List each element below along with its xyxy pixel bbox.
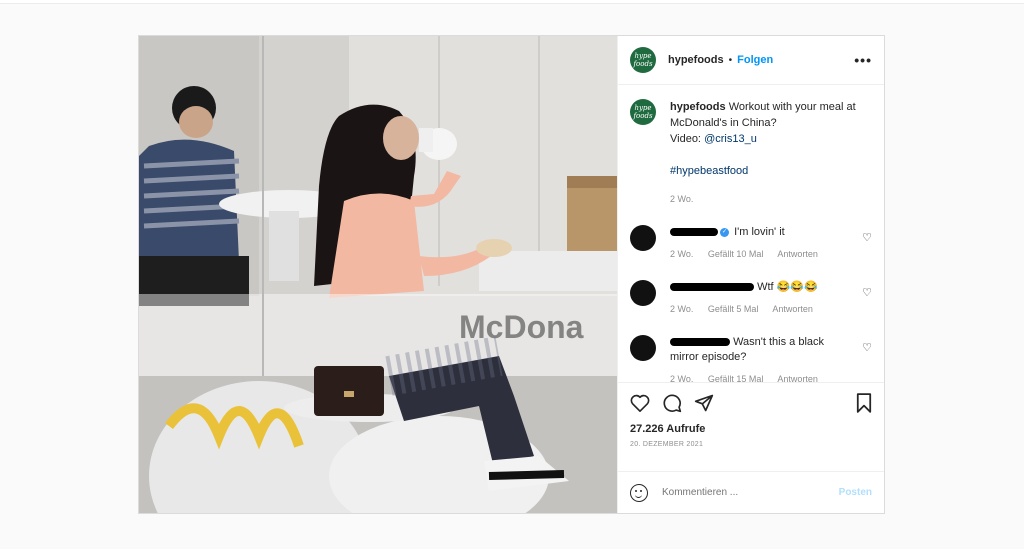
caption-username[interactable]: hypefoods: [670, 101, 726, 113]
comment-reply-button[interactable]: Antworten: [777, 249, 818, 259]
post-actions: [618, 383, 884, 423]
follow-button[interactable]: Folgen: [737, 54, 773, 66]
comment-meta: 2 Wo. Gefällt 10 Mal Antworten: [670, 247, 850, 262]
redacted-username: [670, 228, 718, 237]
comments-feed[interactable]: hype foods hypefoods Workout with your m…: [618, 85, 884, 383]
comment-likes[interactable]: Gefällt 5 Mal: [708, 304, 759, 314]
comment-time[interactable]: 2 Wo.: [670, 249, 693, 259]
comment-item: ✓ I'm lovin' it 2 Wo. Gefällt 10 Mal Ant…: [630, 225, 872, 262]
caption-time[interactable]: 2 Wo.: [670, 191, 860, 207]
comment-item: Wasn't this a black mirror episode? 2 Wo…: [630, 335, 872, 382]
comment-meta: 2 Wo. Gefällt 15 Mal Antworten: [670, 372, 850, 382]
comment-body: Wasn't this a black mirror episode? 2 Wo…: [670, 335, 850, 382]
post-video[interactable]: McDona: [139, 36, 617, 513]
post-sidebar: hype foods hypefoods • Folgen ••• hype f…: [617, 36, 884, 513]
more-icon[interactable]: •••: [854, 52, 872, 68]
comment-body: ✓ I'm lovin' it 2 Wo. Gefällt 10 Mal Ant…: [670, 225, 850, 262]
bookmark-icon[interactable]: [856, 393, 872, 413]
caption-avatar[interactable]: hype foods: [630, 99, 656, 125]
comment-reply-button[interactable]: Antworten: [772, 304, 813, 314]
post-date[interactable]: 20. DEZEMBER 2021: [618, 435, 884, 448]
heart-icon[interactable]: [630, 394, 650, 412]
header-separator: •: [728, 54, 733, 66]
comment-time[interactable]: 2 Wo.: [670, 374, 693, 382]
view-count[interactable]: 27.226 Aufrufe: [618, 423, 884, 435]
comment-likes[interactable]: Gefällt 15 Mal: [708, 374, 764, 382]
account-avatar[interactable]: hype foods: [630, 47, 656, 73]
comment-text: I'm lovin' it: [734, 226, 785, 238]
comment-like-heart-icon[interactable]: ♡: [862, 286, 872, 299]
caption-hashtag[interactable]: #hypebeastfood: [670, 165, 748, 177]
share-icon[interactable]: [694, 393, 714, 413]
comment-like-heart-icon[interactable]: ♡: [862, 341, 872, 354]
browser-top-bar: [0, 0, 1024, 4]
post-comment-button[interactable]: Posten: [839, 487, 872, 498]
post-header: hype foods hypefoods • Folgen •••: [618, 36, 884, 85]
comment-input[interactable]: [662, 487, 832, 498]
caption-video-label: Video:: [670, 133, 701, 145]
comment-likes[interactable]: Gefällt 10 Mal: [708, 249, 764, 259]
comment-like-heart-icon[interactable]: ♡: [862, 231, 872, 244]
redacted-username: [670, 338, 730, 347]
account-username[interactable]: hypefoods: [668, 54, 724, 66]
comment-avatar[interactable]: [630, 280, 656, 306]
caption-video-handle[interactable]: @cris13_u: [704, 133, 757, 145]
comment-avatar[interactable]: [630, 335, 656, 361]
caption: hype foods hypefoods Workout with your m…: [630, 99, 872, 207]
comment-time[interactable]: 2 Wo.: [670, 304, 693, 314]
instagram-post: McDona hype foods hypefoods • Folgen •••: [138, 35, 885, 514]
comment-avatar[interactable]: [630, 225, 656, 251]
comment-meta: 2 Wo. Gefällt 5 Mal Antworten: [670, 302, 850, 317]
comment-text: Wtf 😂😂😂: [757, 281, 818, 293]
emoji-icon[interactable]: [630, 483, 648, 502]
comment-item: Wtf 😂😂😂 2 Wo. Gefällt 5 Mal Antworten ♡: [630, 280, 872, 317]
comment-body: Wtf 😂😂😂 2 Wo. Gefällt 5 Mal Antworten: [670, 280, 850, 317]
verified-badge-icon: ✓: [720, 227, 729, 237]
video-frame: McDona: [139, 36, 617, 513]
redacted-username: [670, 283, 754, 292]
comment-composer: Posten: [618, 471, 884, 513]
caption-body: hypefoods Workout with your meal at McDo…: [670, 99, 860, 207]
comment-reply-button[interactable]: Antworten: [777, 374, 818, 382]
comment-icon[interactable]: [662, 393, 682, 413]
